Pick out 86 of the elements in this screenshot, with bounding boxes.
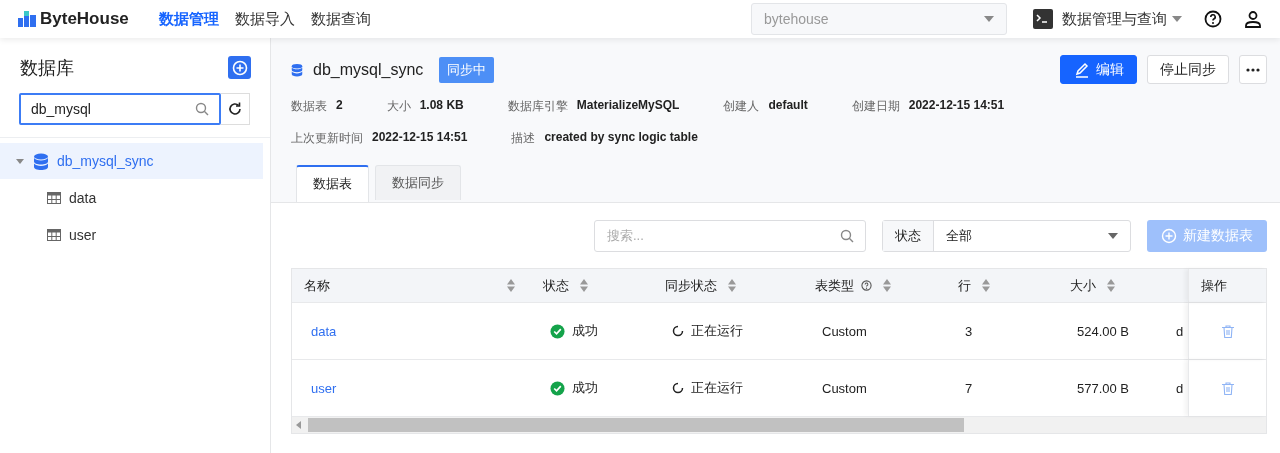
info-value: 1.08 KB: [419, 98, 464, 114]
info-value: created by sync logic table: [544, 130, 698, 146]
stop-sync-button[interactable]: 停止同步: [1147, 55, 1229, 84]
info-label: 创建人: [723, 98, 760, 115]
info-value: 2: [336, 98, 343, 114]
nav-tab[interactable]: 数据管理: [158, 9, 219, 29]
spinner-icon: [672, 382, 684, 394]
table-icon: [47, 191, 61, 204]
table-name-link[interactable]: data: [311, 323, 337, 339]
info-label: 大小: [386, 98, 411, 115]
delete-icon[interactable]: [1221, 324, 1234, 338]
info-value: 2022-12-15 14:51: [908, 98, 1005, 114]
horizontal-scrollbar[interactable]: [292, 417, 1266, 433]
table-search-field[interactable]: 搜索...: [594, 219, 866, 252]
search-icon[interactable]: [840, 228, 854, 243]
sort-icon[interactable]: [982, 279, 990, 292]
info-value: MaterializeMySQL: [576, 98, 680, 114]
database-search-field[interactable]: db_mysql: [19, 93, 221, 125]
user-icon[interactable]: [1244, 10, 1262, 28]
database-icon: [291, 62, 303, 77]
sidebar-title: 数据库: [20, 56, 74, 80]
pencil-icon: [1073, 61, 1090, 78]
nav-tab[interactable]: 数据查询: [310, 9, 371, 29]
more-icon: [1246, 67, 1260, 72]
logo-text: ByteHouse: [40, 9, 129, 29]
success-icon: [550, 380, 565, 396]
terminal-icon[interactable]: [1033, 9, 1053, 29]
table-cell: 577.00 B: [1077, 380, 1130, 396]
add-database-button[interactable]: [228, 56, 251, 79]
tab[interactable]: 数据表: [296, 165, 369, 202]
info-label: 数据库引擎: [507, 98, 568, 115]
sort-icon[interactable]: [580, 279, 588, 292]
table-cell: 524.00 B: [1077, 323, 1130, 339]
column-header: 行: [958, 276, 971, 295]
success-icon: [550, 323, 565, 339]
column-header: 状态: [543, 276, 569, 295]
sync-status-text: 正在运行: [691, 379, 743, 397]
spinner-icon: [672, 325, 684, 337]
workspace-menu[interactable]: 数据管理与查询: [1062, 9, 1167, 29]
table-cell: d: [1176, 323, 1184, 339]
table-tree-item[interactable]: data: [0, 179, 270, 216]
column-header: 大小: [1070, 276, 1096, 295]
table-cell: 7: [965, 380, 973, 396]
tab[interactable]: 数据同步: [375, 165, 461, 200]
info-label: 上次更新时间: [291, 130, 363, 147]
caret-icon[interactable]: [16, 157, 24, 165]
scroll-left-icon[interactable]: [296, 421, 302, 429]
table-icon: [47, 228, 61, 241]
database-icon: [33, 152, 49, 170]
table-name-link[interactable]: user: [311, 380, 337, 396]
sort-icon[interactable]: [728, 279, 736, 292]
refresh-icon: [227, 101, 243, 117]
add-icon: [1161, 227, 1177, 244]
column-header: 名称: [304, 276, 330, 295]
table-cell: Custom: [822, 323, 867, 339]
status-text: 成功: [572, 322, 598, 340]
table-cell: d: [1176, 380, 1184, 396]
nav-tab[interactable]: 数据导入: [234, 9, 295, 29]
column-header: 同步状态: [665, 276, 717, 295]
table-cell: 3: [965, 323, 973, 339]
table-cell: Custom: [822, 380, 867, 396]
help-icon[interactable]: [1204, 10, 1222, 28]
caret-icon: [1172, 16, 1182, 22]
sync-status-badge: 同步中: [439, 56, 495, 83]
refresh-button[interactable]: [221, 93, 250, 125]
info-label: 数据表: [291, 98, 327, 115]
help-icon: [861, 280, 872, 291]
sort-icon[interactable]: [883, 279, 891, 292]
column-header: 表类型: [815, 276, 854, 295]
sort-icon[interactable]: [1107, 279, 1115, 292]
sync-status-text: 正在运行: [691, 322, 743, 340]
more-button[interactable]: [1239, 55, 1267, 84]
sort-icon[interactable]: [507, 279, 515, 292]
info-label: 描述: [511, 130, 536, 147]
delete-icon[interactable]: [1221, 381, 1234, 395]
table-tree-item[interactable]: user: [0, 216, 270, 253]
database-title: db_mysql_sync: [313, 60, 424, 79]
column-header: 操作: [1201, 276, 1227, 295]
logo-icon: [18, 11, 36, 27]
status-text: 成功: [572, 379, 598, 397]
info-label: 创建日期: [851, 98, 900, 115]
info-value: default: [768, 98, 808, 114]
database-tree-item[interactable]: db_mysql_sync: [0, 143, 263, 179]
info-value: 2022-12-15 14:51: [372, 130, 468, 146]
search-icon[interactable]: [195, 102, 209, 116]
edit-button[interactable]: 编辑: [1060, 55, 1137, 84]
